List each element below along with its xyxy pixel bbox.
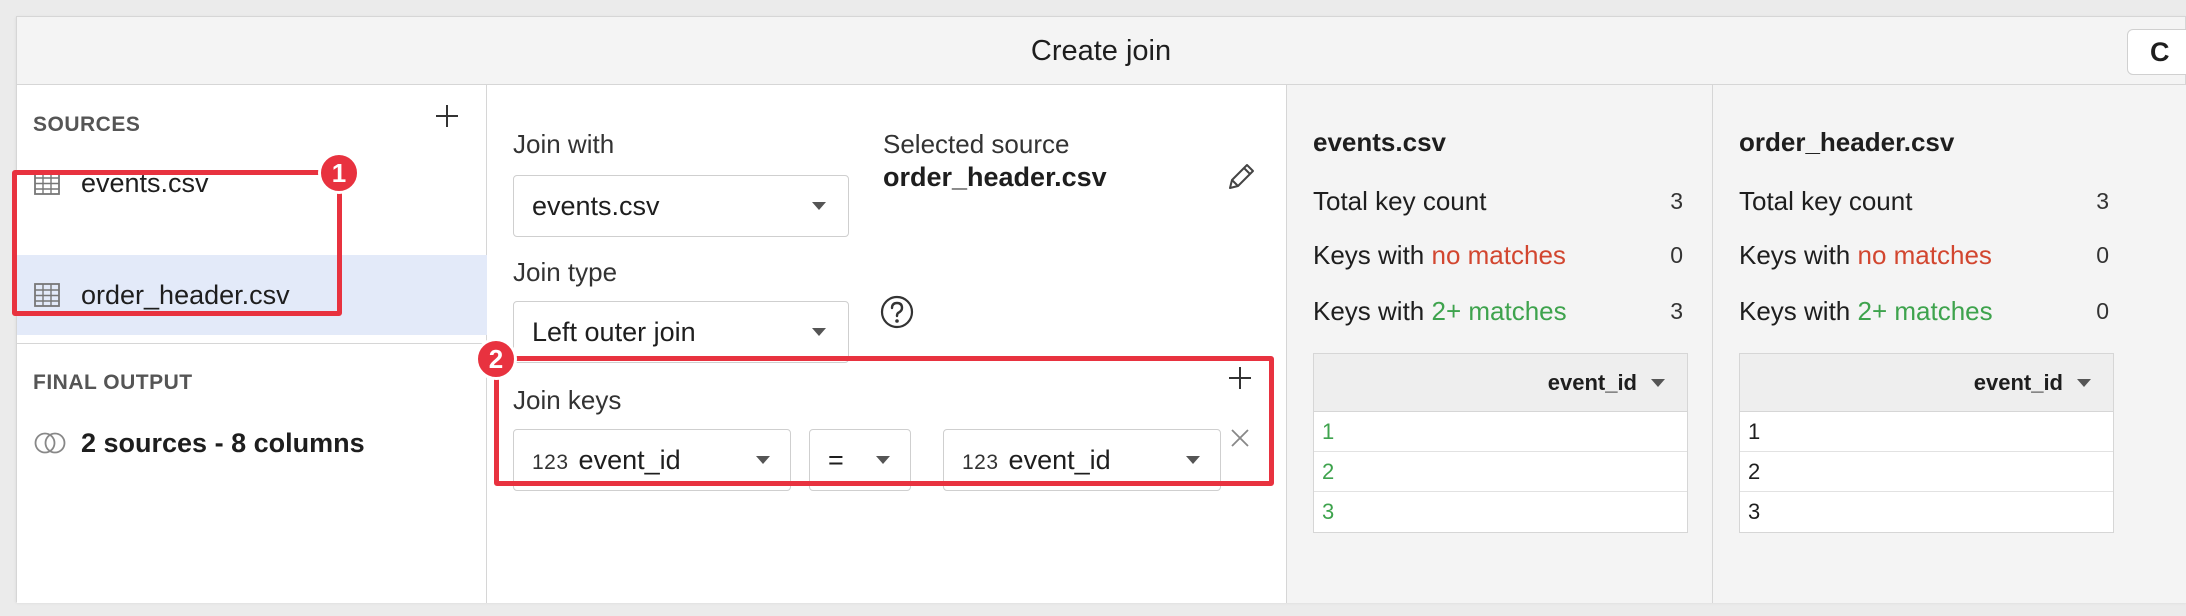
column-header-label: event_id [1973, 370, 2063, 395]
header-action-button[interactable]: C [2127, 29, 2186, 75]
multi-matches-row: Keys with 2+ matches 3 [1313, 291, 1683, 331]
stat-value: 0 [2096, 298, 2109, 324]
order-header-stats-panel: order_header.csv Total key count 3 Keys … [1713, 85, 2186, 603]
multi-matches-highlight: 2+ matches [1431, 296, 1567, 326]
join-with-value: events.csv [532, 191, 660, 221]
chevron-down-icon [812, 328, 826, 336]
stat-value: 3 [1670, 298, 1683, 324]
sources-heading: SOURCES [33, 113, 141, 136]
total-key-count-row: Total key count 3 [1313, 181, 1683, 221]
stat-value: 3 [2096, 188, 2109, 214]
callout-badge-1: 1 [318, 152, 360, 194]
final-output-heading: FINAL OUTPUT [33, 371, 193, 394]
no-matches-row: Keys with no matches 0 [1739, 235, 2109, 275]
events-stats-panel: events.csv Total key count 3 Keys with n… [1287, 85, 1713, 603]
help-icon[interactable] [879, 294, 915, 330]
stat-value: 3 [1670, 188, 1683, 214]
callout-badge-2: 2 [475, 338, 517, 380]
callout-box-join-keys [494, 356, 1274, 486]
multi-matches-highlight: 2+ matches [1857, 296, 1993, 326]
join-with-label: Join with [513, 129, 615, 159]
stats-title: events.csv [1313, 127, 1446, 157]
stat-value: 0 [2096, 242, 2109, 268]
table-row: 1 [1740, 412, 2113, 452]
stat-label: Total key count [1313, 186, 1487, 216]
dialog-title: Create join [1030, 35, 1172, 67]
column-header[interactable]: event_id [1740, 354, 2113, 412]
chevron-down-icon [812, 202, 826, 210]
key-table: event_id 1 2 3 [1313, 353, 1688, 533]
table-row: 2 [1740, 452, 2113, 492]
join-config-panel: Join with events.csv Selected source ord… [487, 85, 1287, 603]
sources-panel: SOURCES events.csv order_header.csv FINA… [17, 85, 487, 603]
stat-label-prefix: Keys with [1313, 240, 1425, 270]
table-row: 1 [1314, 412, 1687, 452]
callout-box-sources [12, 170, 342, 316]
stat-label-prefix: Keys with [1739, 296, 1851, 326]
stat-label: Total key count [1739, 186, 1913, 216]
final-output-label: 2 sources - 8 columns [81, 428, 365, 458]
stat-label-prefix: Keys with [1739, 240, 1851, 270]
no-matches-highlight: no matches [1857, 240, 1992, 270]
sources-divider [17, 343, 487, 344]
no-matches-highlight: no matches [1431, 240, 1566, 270]
join-type-label: Join type [513, 257, 618, 287]
pencil-icon[interactable] [1223, 159, 1259, 195]
stat-value: 0 [1670, 242, 1683, 268]
table-row: 3 [1322, 499, 1335, 524]
add-source-button[interactable] [429, 101, 465, 137]
join-type-value: Left outer join [532, 317, 696, 347]
plus-icon [436, 105, 458, 127]
selected-source-label: Selected source [883, 129, 1070, 159]
join-circles-icon [34, 432, 66, 454]
no-matches-row: Keys with no matches 0 [1313, 235, 1683, 275]
column-header[interactable]: event_id [1314, 354, 1687, 412]
column-header-label: event_id [1547, 370, 1637, 395]
join-with-select[interactable]: events.csv [513, 175, 849, 237]
multi-matches-row: Keys with 2+ matches 0 [1739, 291, 2109, 331]
chevron-down-icon [1651, 379, 1665, 387]
total-key-count-row: Total key count 3 [1739, 181, 2109, 221]
table-row: 2 [1314, 452, 1687, 492]
key-table: event_id 1 2 3 [1739, 353, 2114, 533]
join-type-select[interactable]: Left outer join [513, 301, 849, 363]
table-row: 3 [1748, 499, 1761, 524]
stats-title: order_header.csv [1739, 127, 1955, 157]
selected-source-value: order_header.csv [883, 162, 1107, 192]
stat-label-prefix: Keys with [1313, 296, 1425, 326]
chevron-down-icon [2077, 379, 2091, 387]
dialog-header: Create join C [17, 17, 2186, 85]
